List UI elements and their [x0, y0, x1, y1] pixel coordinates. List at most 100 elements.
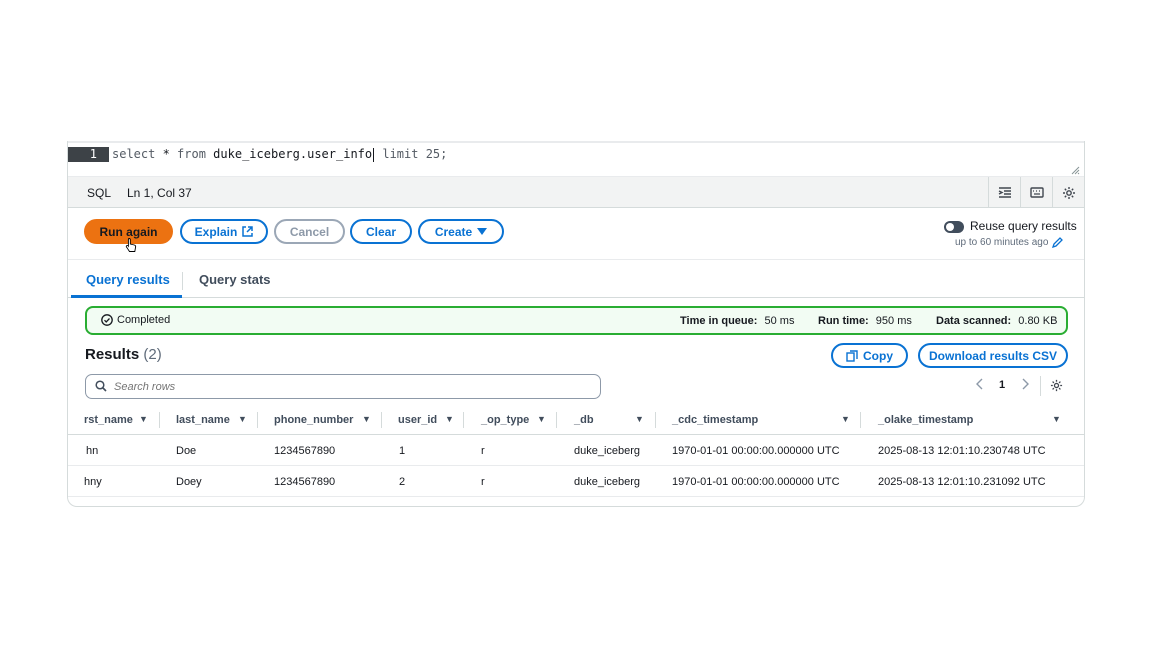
pager-divider — [1040, 376, 1041, 396]
caret-down-icon — [477, 228, 488, 235]
query-keyword-select: select — [112, 147, 156, 161]
table-preferences-gear-icon[interactable] — [1050, 379, 1063, 392]
tab-query-stats[interactable]: Query stats — [199, 272, 271, 287]
column-divider — [463, 412, 464, 428]
sort-caret-icon[interactable]: ▼ — [635, 414, 644, 424]
cursor-position: Ln 1, Col 37 — [127, 186, 192, 200]
cell-op-type: r — [481, 445, 485, 457]
copy-icon — [846, 349, 858, 362]
query-table-name: duke_iceberg.user_info — [205, 147, 373, 161]
cell-user-id: 2 — [399, 476, 406, 488]
column-header-user-id[interactable]: user_id — [398, 414, 437, 426]
data-scanned-value: 0.80 KB — [1018, 315, 1058, 327]
run-time-value: 950 ms — [875, 315, 912, 327]
run-time-metric: Run time: 950 ms — [818, 315, 912, 327]
sort-caret-icon[interactable]: ▼ — [362, 414, 371, 424]
column-header-cdc-timestamp[interactable]: _cdc_timestamp — [672, 414, 758, 426]
query-star: * — [155, 147, 178, 161]
tab-query-results[interactable]: Query results — [86, 272, 170, 287]
time-in-queue-value: 50 ms — [764, 315, 795, 327]
editor-status-bar: SQL Ln 1, Col 37 — [68, 177, 1084, 208]
column-divider — [860, 412, 861, 428]
settings-gear-icon[interactable] — [1052, 177, 1084, 208]
time-in-queue-metric: Time in queue: 50 ms — [680, 315, 794, 327]
results-heading: Results (2) — [85, 346, 162, 363]
search-rows-input[interactable] — [114, 378, 584, 395]
cell-last-name: Doey — [176, 476, 202, 488]
language-label: SQL — [87, 186, 112, 200]
column-divider — [257, 412, 258, 428]
table-row: hny Doey 1234567890 2 r duke_iceberg 197… — [68, 466, 1084, 497]
results-title: Results — [85, 346, 140, 363]
query-status-alert: Completed Time in queue: 50 ms Run time:… — [85, 306, 1068, 335]
resize-grip-icon[interactable] — [1070, 165, 1080, 175]
sort-caret-icon[interactable]: ▼ — [841, 414, 850, 424]
cell-cdc-timestamp: 1970-01-01 00:00:00.000000 UTC — [672, 476, 840, 488]
tab-divider — [182, 272, 183, 290]
cancel-label: Cancel — [289, 224, 330, 239]
query-editor-panel: 1 select * from duke_iceberg.user_info l… — [67, 141, 1085, 507]
line-number: 1 — [68, 147, 109, 162]
cancel-button[interactable]: Cancel — [274, 219, 345, 244]
copy-button[interactable]: Copy — [831, 343, 908, 368]
cell-phone-number: 1234567890 — [274, 476, 336, 488]
reuse-results-toggle[interactable] — [944, 221, 964, 233]
previous-page-icon[interactable] — [976, 378, 984, 390]
column-header-last-name[interactable]: last_name — [176, 414, 230, 426]
explain-label: Explain — [194, 224, 238, 239]
column-header-db[interactable]: _db — [574, 414, 594, 426]
completed-status: Completed — [101, 314, 170, 326]
keyboard-icon[interactable] — [1020, 177, 1052, 208]
sort-caret-icon[interactable]: ▼ — [1052, 414, 1061, 424]
search-icon — [95, 380, 107, 392]
results-tabs: Query results Query stats — [68, 260, 1084, 298]
column-divider — [556, 412, 557, 428]
create-label: Create — [434, 224, 473, 239]
reuse-results-subtext: up to 60 minutes ago — [955, 237, 1064, 248]
column-header-op-type[interactable]: _op_type — [481, 414, 529, 426]
run-time-label: Run time: — [818, 315, 869, 327]
page-number[interactable]: 1 — [999, 379, 1005, 391]
external-link-icon — [242, 226, 254, 237]
download-csv-button[interactable]: Download results CSV — [918, 343, 1068, 368]
download-csv-label: Download results CSV — [928, 348, 1058, 363]
edit-pencil-icon[interactable] — [1052, 237, 1064, 248]
query-text[interactable]: select * from duke_iceberg.user_info lim… — [112, 147, 447, 162]
copy-label: Copy — [863, 348, 893, 363]
text-cursor — [373, 147, 375, 162]
cell-op-type: r — [481, 476, 485, 488]
results-count: (2) — [143, 346, 162, 363]
search-rows-field[interactable] — [85, 374, 601, 399]
column-header-olake-timestamp[interactable]: _olake_timestamp — [878, 414, 973, 426]
clear-label: Clear — [365, 224, 397, 239]
column-divider — [381, 412, 382, 428]
query-limit-clause: limit 25; — [375, 147, 448, 161]
next-page-icon[interactable] — [1021, 378, 1029, 390]
cell-db: duke_iceberg — [574, 445, 641, 457]
cell-first-name: hny — [84, 476, 102, 488]
check-circle-icon — [101, 314, 113, 326]
sort-caret-icon[interactable]: ▼ — [139, 414, 148, 424]
column-divider — [655, 412, 656, 428]
format-query-icon[interactable] — [988, 177, 1020, 208]
cell-first-name: hn — [86, 445, 99, 457]
time-in-queue-label: Time in queue: — [680, 315, 758, 327]
column-divider — [159, 412, 160, 428]
table-header: rst_name ▼ last_name ▼ phone_number ▼ us… — [68, 405, 1084, 435]
cell-olake-timestamp: 2025-08-13 12:01:10.231092 UTC — [878, 476, 1046, 488]
column-header-first-name[interactable]: rst_name — [84, 414, 133, 426]
completed-label: Completed — [117, 314, 171, 326]
sort-caret-icon[interactable]: ▼ — [445, 414, 454, 424]
sort-caret-icon[interactable]: ▼ — [537, 414, 546, 424]
cell-olake-timestamp: 2025-08-13 12:01:10.230748 UTC — [878, 445, 1046, 457]
create-dropdown-button[interactable]: Create — [418, 219, 504, 244]
sql-editor[interactable]: 1 select * from duke_iceberg.user_info l… — [68, 143, 1084, 177]
query-actions-bar: Run again Explain Cancel Clear Create Re… — [68, 208, 1084, 260]
column-header-phone-number[interactable]: phone_number — [274, 414, 353, 426]
cell-cdc-timestamp: 1970-01-01 00:00:00.000000 UTC — [672, 445, 840, 457]
cell-last-name: Doe — [176, 445, 197, 457]
explain-button[interactable]: Explain — [180, 219, 268, 244]
data-scanned-label: Data scanned: — [936, 315, 1012, 327]
sort-caret-icon[interactable]: ▼ — [238, 414, 247, 424]
clear-button[interactable]: Clear — [350, 219, 412, 244]
